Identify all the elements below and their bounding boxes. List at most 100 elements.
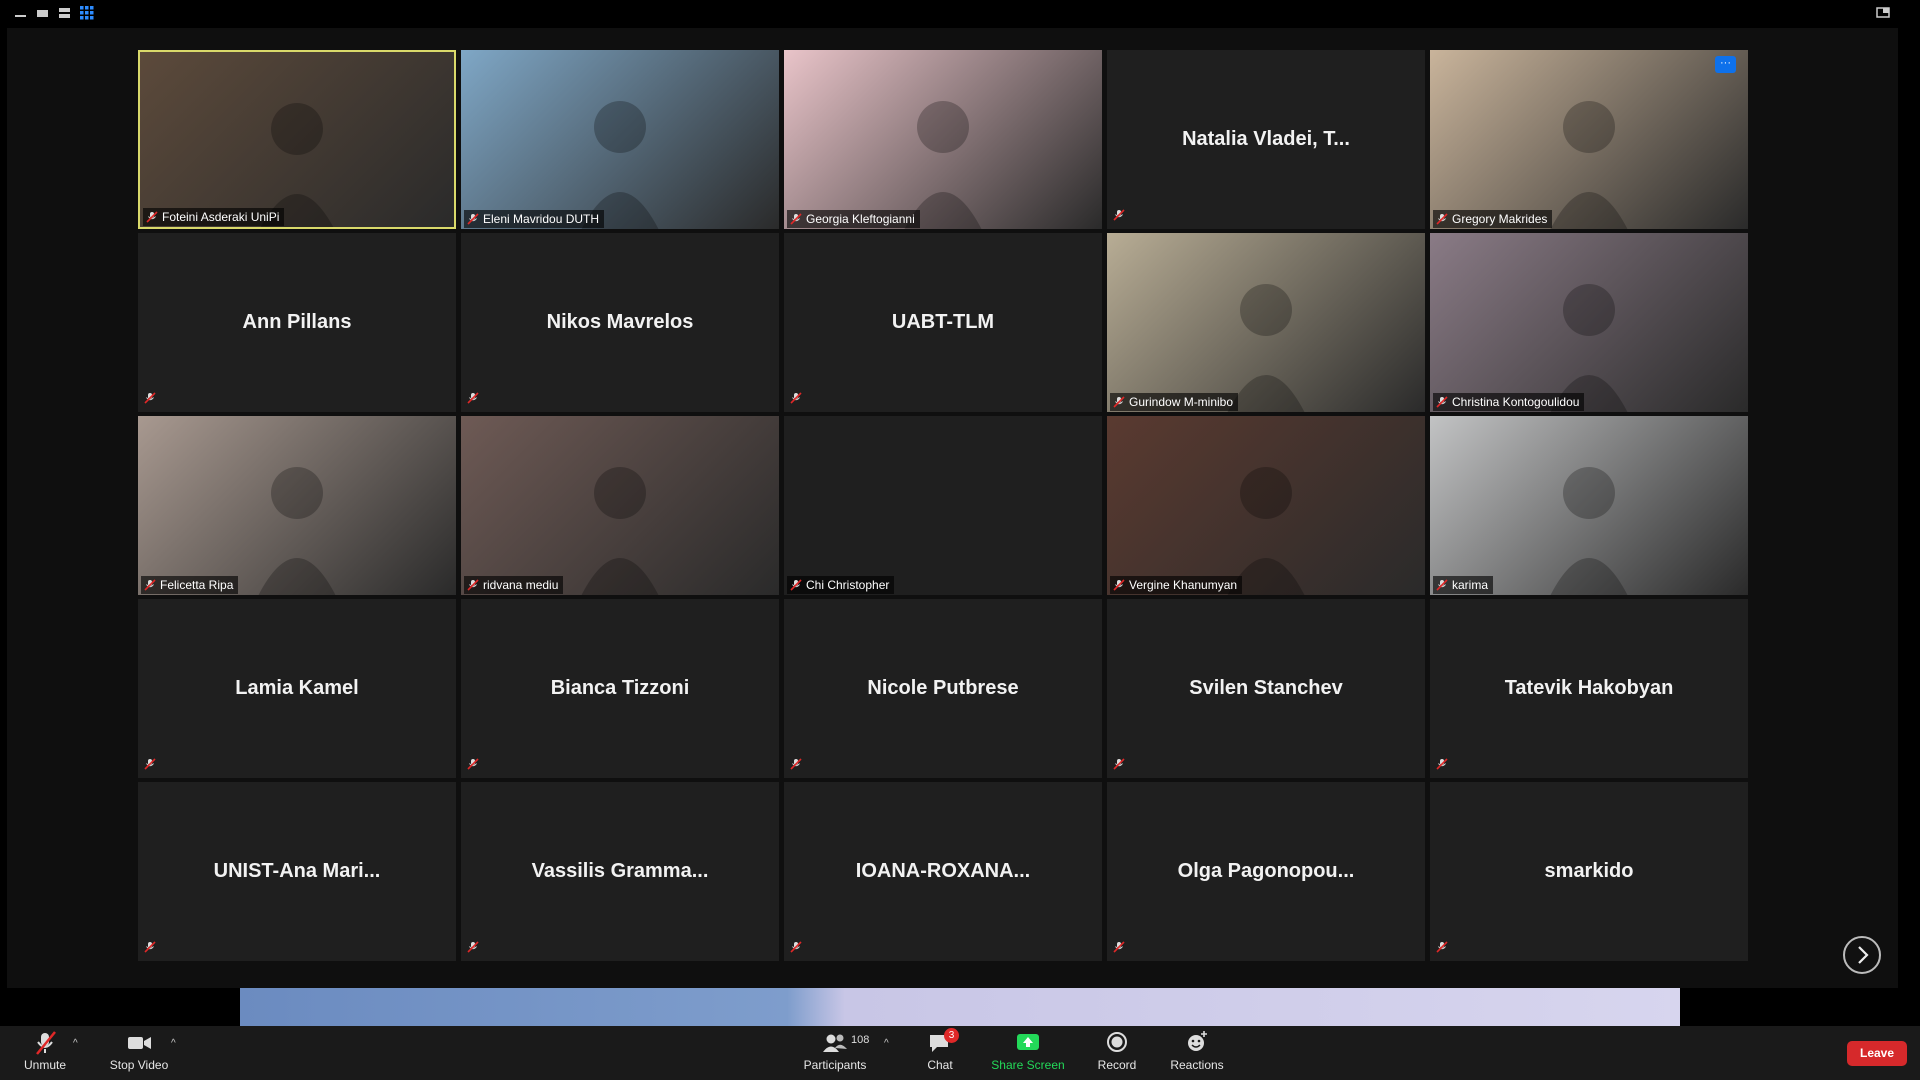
muted-mic-icon xyxy=(467,392,479,404)
participants-label: Participants xyxy=(803,1058,867,1072)
participant-name-label: Chi Christopher xyxy=(787,576,895,594)
speaker-view-icon[interactable] xyxy=(58,6,74,20)
record-icon xyxy=(1107,1032,1127,1052)
muted-mic-icon xyxy=(1113,579,1125,591)
participant-tile[interactable]: Gurindow M-minibo xyxy=(1107,233,1425,412)
participant-name: Gregory Makrides xyxy=(1452,212,1548,226)
participant-name: Chi Christopher xyxy=(806,578,890,592)
participant-tile[interactable]: Olga Pagonopou... xyxy=(1107,782,1425,961)
meeting-toolbar: Unmute ^ Stop Video ^ Participants 108 ^… xyxy=(0,1026,1920,1080)
participant-tile[interactable]: IOANA-ROXANA... xyxy=(784,782,1102,961)
participant-tile[interactable]: Felicetta Ripa xyxy=(138,416,456,595)
reactions-label: Reactions xyxy=(1170,1058,1224,1072)
participant-display-name: Olga Pagonopou... xyxy=(1177,860,1355,882)
strip-view-icon[interactable] xyxy=(36,6,52,20)
reactions-smiley-icon xyxy=(1188,1031,1207,1051)
stop-video-label: Stop Video xyxy=(109,1058,169,1072)
muted-mic-icon xyxy=(1436,396,1448,408)
stop-video-button[interactable]: Stop Video xyxy=(104,1030,174,1072)
muted-mic-icon xyxy=(144,579,156,591)
exit-fullscreen-icon[interactable] xyxy=(1876,6,1892,20)
more-options-button[interactable]: ··· xyxy=(1715,56,1736,73)
participant-name: ridvana mediu xyxy=(483,578,559,592)
participant-tile[interactable]: Eleni Mavridou DUTH xyxy=(461,50,779,229)
participant-name-label: Christina Kontogoulidou xyxy=(1433,393,1585,411)
muted-mic-icon xyxy=(1113,396,1125,408)
participant-tile[interactable]: Lamia Kamel xyxy=(138,599,456,778)
chevron-right-icon xyxy=(1858,946,1869,964)
participant-name: Christina Kontogoulidou xyxy=(1452,395,1580,409)
participant-display-name: Nicole Putbrese xyxy=(867,677,1019,699)
participant-tile[interactable]: UABT-TLM xyxy=(784,233,1102,412)
participant-tile[interactable]: Foteini Asderaki UniPi xyxy=(138,50,456,229)
muted-mic-icon xyxy=(467,579,479,591)
muted-mic-icon xyxy=(144,941,156,953)
muted-mic-icon xyxy=(1436,579,1448,591)
muted-mic-icon xyxy=(790,941,802,953)
participant-tile[interactable]: Ann Pillans xyxy=(138,233,456,412)
chat-label: Chat xyxy=(927,1058,953,1072)
muted-mic-icon xyxy=(1113,758,1125,770)
leave-button[interactable]: Leave xyxy=(1847,1041,1907,1066)
muted-mic-icon xyxy=(146,211,158,223)
video-camera-icon xyxy=(128,1037,151,1049)
participant-tile[interactable]: Nicole Putbrese xyxy=(784,599,1102,778)
participant-tile[interactable]: Vassilis Gramma... xyxy=(461,782,779,961)
participant-tile[interactable]: ridvana mediu xyxy=(461,416,779,595)
unmute-label: Unmute xyxy=(23,1058,67,1072)
audio-options-caret-icon[interactable]: ^ xyxy=(73,1038,78,1049)
participant-tile[interactable]: Svilen Stanchev xyxy=(1107,599,1425,778)
record-button[interactable]: Record xyxy=(1094,1030,1140,1072)
participant-display-name: Natalia Vladei, T... xyxy=(1182,128,1350,150)
participant-tile[interactable]: karima xyxy=(1430,416,1748,595)
muted-mic-icon xyxy=(467,758,479,770)
gallery-grid: Foteini Asderaki UniPi Eleni Mavridou DUT… xyxy=(7,28,1898,988)
participant-tile[interactable]: Chi Christopher xyxy=(784,416,1102,595)
minimize-view-icon[interactable] xyxy=(14,6,30,20)
participant-display-name: IOANA-ROXANA... xyxy=(855,860,1031,882)
video-options-caret-icon[interactable]: ^ xyxy=(171,1038,176,1049)
participant-tile[interactable]: Nikos Mavrelos xyxy=(461,233,779,412)
share-screen-icon xyxy=(1017,1034,1039,1050)
participant-display-name: UABT-TLM xyxy=(891,311,995,333)
participant-name: karima xyxy=(1452,578,1489,592)
participant-tile[interactable]: Georgia Kleftogianni xyxy=(784,50,1102,229)
participant-tile[interactable]: Vergine Khanumyan xyxy=(1107,416,1425,595)
participant-name: Eleni Mavridou DUTH xyxy=(483,212,600,226)
gallery-view-icon[interactable] xyxy=(80,6,96,20)
participant-tile[interactable]: Natalia Vladei, T... xyxy=(1107,50,1425,229)
muted-mic-icon xyxy=(790,392,802,404)
person-silhouette-icon xyxy=(1550,284,1628,412)
unmute-button[interactable]: Unmute xyxy=(14,1030,76,1072)
participant-display-name: Tatevik Hakobyan xyxy=(1504,677,1674,699)
participant-tile[interactable]: Bianca Tizzoni xyxy=(461,599,779,778)
share-screen-label: Share Screen xyxy=(991,1058,1065,1072)
participant-tile[interactable]: Christina Kontogoulidou xyxy=(1430,233,1748,412)
person-silhouette-icon xyxy=(1227,467,1305,595)
reactions-button[interactable]: Reactions xyxy=(1166,1030,1228,1072)
participants-count: 108 xyxy=(851,1034,870,1046)
person-silhouette-icon xyxy=(1227,284,1305,412)
participant-display-name: Svilen Stanchev xyxy=(1189,677,1343,699)
participant-name-label: ridvana mediu xyxy=(464,576,564,594)
person-silhouette-icon xyxy=(258,467,336,595)
participant-display-name: smarkido xyxy=(1544,860,1634,882)
participant-tile[interactable]: UNIST-Ana Mari... xyxy=(138,782,456,961)
participant-tile[interactable]: smarkido xyxy=(1430,782,1748,961)
participant-tile[interactable]: Tatevik Hakobyan xyxy=(1430,599,1748,778)
participants-options-caret-icon[interactable]: ^ xyxy=(884,1038,889,1049)
person-silhouette-icon xyxy=(1550,467,1628,595)
share-screen-button[interactable]: Share Screen xyxy=(990,1030,1066,1072)
muted-mic-icon xyxy=(1436,758,1448,770)
next-page-button[interactable] xyxy=(1843,936,1881,974)
muted-mic-icon xyxy=(1436,213,1448,225)
participant-tile[interactable]: Gregory Makrides ··· xyxy=(1430,50,1748,229)
participant-name-label: Vergine Khanumyan xyxy=(1110,576,1243,594)
muted-mic-icon xyxy=(790,579,802,591)
participant-name-label: karima xyxy=(1433,576,1494,594)
participants-icon xyxy=(823,1034,847,1052)
participant-name: Georgia Kleftogianni xyxy=(806,212,915,226)
participant-name: Foteini Asderaki UniPi xyxy=(162,210,280,224)
muted-mic-icon xyxy=(790,758,802,770)
person-silhouette-icon xyxy=(904,101,982,229)
